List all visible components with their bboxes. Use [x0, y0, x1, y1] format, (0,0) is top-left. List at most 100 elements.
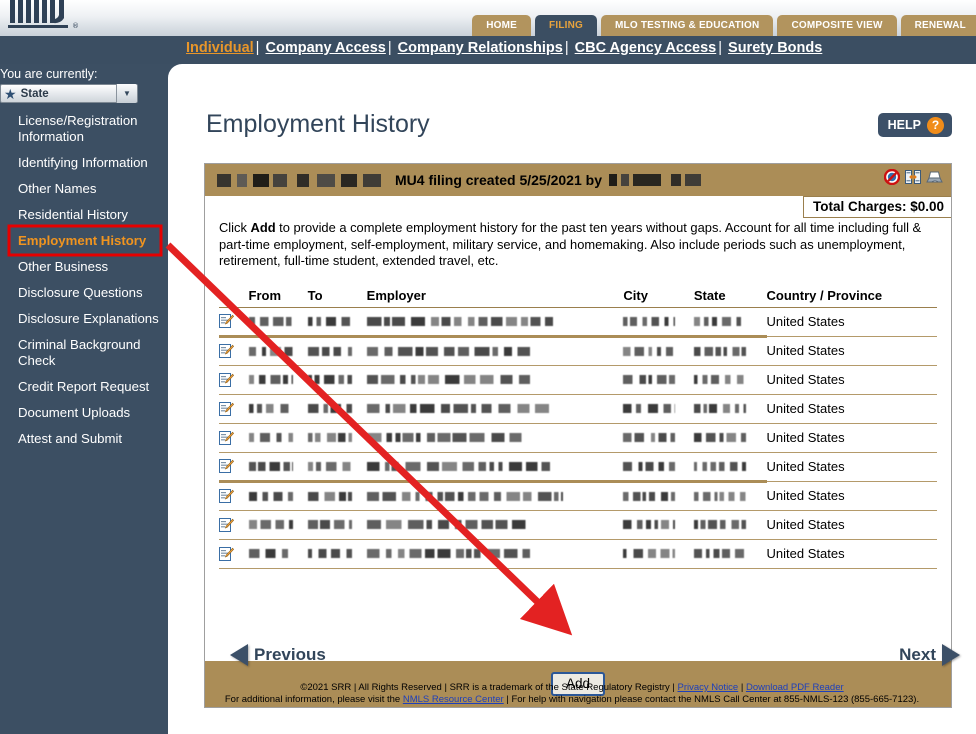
edit-row-icon[interactable]: [219, 401, 249, 417]
country-value: United States: [766, 517, 845, 532]
redacted-value: [693, 491, 746, 501]
help-button[interactable]: HELP ?: [877, 113, 952, 137]
row-edit-cell[interactable]: [219, 481, 249, 511]
redacted-cell: [693, 539, 767, 569]
country-cell: United States: [766, 510, 937, 540]
redacted-cell: [248, 336, 308, 366]
redacted-cell: [248, 510, 308, 540]
edit-row-icon[interactable]: [219, 430, 249, 446]
sidebar-item-license-registration-information[interactable]: License/Registration Information: [0, 108, 168, 150]
filing-header-icons[interactable]: [883, 168, 943, 190]
edit-row-icon[interactable]: [219, 314, 249, 329]
row-edit-cell[interactable]: [219, 365, 249, 395]
nav-tab-filing[interactable]: FILING: [535, 15, 598, 36]
redacted-cell: [693, 510, 767, 540]
next-button[interactable]: Next: [899, 644, 960, 666]
primary-nav-tabs[interactable]: HOME FILING MLO TESTING & EDUCATION COMP…: [472, 10, 976, 36]
redacted-cell: [307, 481, 367, 511]
redacted-cell: [693, 336, 767, 366]
redacted-value: [693, 375, 746, 385]
edit-row-icon[interactable]: [219, 517, 249, 533]
redacted-value: [248, 346, 293, 356]
previous-button[interactable]: Previous: [230, 644, 326, 666]
sidebar-item-credit-report-request[interactable]: Credit Report Request: [0, 374, 168, 400]
download-pdf-reader-link[interactable]: Download PDF Reader: [746, 682, 844, 693]
charges-row: Total Charges: $0.00: [205, 196, 951, 220]
table-row: United States: [219, 452, 937, 483]
sidebar-item-other-names[interactable]: Other Names: [0, 176, 168, 202]
redacted-value: [693, 520, 746, 530]
subnav-item-surety-bonds[interactable]: Surety Bonds: [728, 40, 822, 56]
top-bar: ® HOME FILING MLO TESTING & EDUCATION CO…: [0, 0, 976, 36]
footer-line-1: ©2021 SRR | All Rights Reserved | SRR is…: [168, 682, 976, 694]
edit-row-icon[interactable]: [219, 344, 249, 359]
redacted-value: [623, 520, 676, 530]
row-edit-cell[interactable]: [219, 510, 249, 540]
nmls-logo[interactable]: ®: [6, 0, 102, 30]
column-header-from: From: [248, 288, 308, 308]
redacted-value: [248, 491, 293, 501]
redacted-value: [623, 346, 676, 356]
country-cell: United States: [766, 365, 937, 395]
page-title: Employment History: [206, 110, 430, 138]
nav-tab-mlo-testing-education[interactable]: MLO TESTING & EDUCATION: [601, 15, 774, 36]
nav-tab-renewal[interactable]: RENEWAL: [900, 15, 976, 36]
edit-row-icon[interactable]: [219, 489, 249, 504]
redacted-cell: [693, 481, 767, 511]
row-edit-cell[interactable]: [219, 394, 249, 424]
nmls-resource-center-link[interactable]: NMLS Resource Center: [403, 694, 504, 705]
redacted-value: [623, 375, 676, 385]
row-edit-cell[interactable]: [219, 539, 249, 569]
redacted-cell: [248, 481, 308, 511]
edit-row-icon[interactable]: [219, 546, 249, 562]
nav-tab-composite-view[interactable]: COMPOSITE VIEW: [777, 15, 897, 36]
redacted-value: [248, 316, 293, 326]
chevron-down-icon[interactable]: ▼: [116, 84, 137, 103]
sidebar-item-attest-and-submit[interactable]: Attest and Submit: [0, 426, 168, 452]
redacted-cell: [366, 423, 624, 453]
edit-row-icon[interactable]: [219, 459, 249, 474]
sidebar-item-employment-history[interactable]: Employment History: [0, 228, 168, 254]
subnav-item-company-relationships[interactable]: Company Relationships: [398, 40, 563, 56]
svg-text:®: ®: [72, 22, 79, 30]
sidebar-item-residential-history[interactable]: Residential History: [0, 202, 168, 228]
table-row: United States: [219, 510, 937, 540]
row-edit-cell[interactable]: [219, 307, 249, 338]
sidebar-item-document-uploads[interactable]: Document Uploads: [0, 400, 168, 426]
redacted-filer-name: [217, 173, 387, 187]
redacted-value: [307, 433, 352, 443]
row-edit-cell[interactable]: [219, 452, 249, 483]
redacted-cell: [366, 510, 624, 540]
sidebar-item-criminal-background-check[interactable]: Criminal Background Check: [0, 332, 168, 374]
subnav-item-cbc-agency-access[interactable]: CBC Agency Access: [575, 40, 717, 56]
privacy-notice-link[interactable]: Privacy Notice: [678, 682, 739, 693]
subnav-item-company-access[interactable]: Company Access: [265, 40, 385, 56]
redacted-value: [307, 375, 352, 385]
redacted-cell: [248, 394, 308, 424]
sidebar-item-identifying-information[interactable]: Identifying Information: [0, 150, 168, 176]
redacted-cell: [248, 365, 308, 395]
sidebar-item-other-business[interactable]: Other Business: [0, 254, 168, 280]
redacted-cell: [366, 452, 624, 483]
sidebar-item-disclosure-questions[interactable]: Disclosure Questions: [0, 280, 168, 306]
delete-filing-icon[interactable]: [883, 168, 901, 190]
redacted-cell: [623, 394, 694, 424]
subnav-item-individual[interactable]: Individual: [186, 40, 254, 56]
sidebar-item-disclosure-explanations[interactable]: Disclosure Explanations: [0, 306, 168, 332]
transfer-filing-icon[interactable]: [905, 169, 921, 190]
row-edit-cell[interactable]: [219, 336, 249, 366]
employment-history-table: From To Employer City State Country / Pr…: [219, 288, 937, 569]
row-edit-cell[interactable]: [219, 423, 249, 453]
previous-label: Previous: [254, 645, 326, 664]
country-value: United States: [766, 343, 845, 358]
edit-row-icon[interactable]: [219, 372, 249, 388]
nav-tab-home[interactable]: HOME: [472, 15, 532, 36]
redacted-cell: [366, 394, 624, 424]
state-selector-dropdown[interactable]: ★ State ▼: [0, 84, 138, 103]
total-charges-label: Total Charges: $0.00: [802, 196, 951, 218]
left-sidebar: You are currently: ★ State ▼ License/Reg…: [0, 64, 168, 734]
print-filing-icon[interactable]: [926, 169, 943, 190]
redacted-cell: [248, 423, 308, 453]
redacted-value: [366, 549, 530, 559]
country-cell: United States: [766, 423, 937, 453]
